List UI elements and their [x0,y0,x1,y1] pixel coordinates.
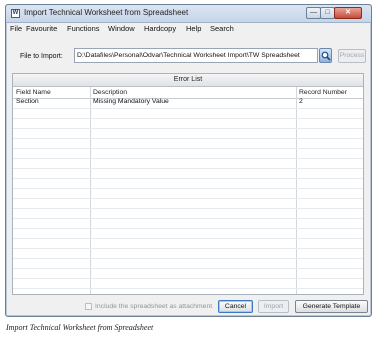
column-header-record-number[interactable]: Record Number [299,89,347,96]
error-row-description[interactable]: Missing Mandatory Value [93,98,169,105]
menu-hardcopy[interactable]: Hardcopy [144,24,176,33]
menu-file[interactable]: File [10,24,22,33]
close-button[interactable]: ✕ [334,7,362,19]
cancel-button[interactable]: Cancel [218,300,253,313]
menu-window[interactable]: Window [108,24,135,33]
attach-spreadsheet-label: Include the spreadsheet as attachment [95,303,213,310]
menu-help[interactable]: Help [186,24,201,33]
grid-line [13,208,363,209]
import-dialog-window: W Import Technical Worksheet from Spread… [5,4,372,317]
grid-line [13,108,363,109]
generate-template-button[interactable]: Generate Template [295,300,368,313]
title-bar[interactable]: W Import Technical Worksheet from Spread… [6,5,371,23]
error-row-field[interactable]: Section [16,98,39,105]
menu-favourite[interactable]: Favourite [26,24,57,33]
menu-functions[interactable]: Functions [67,24,100,33]
grid-line [13,118,363,119]
attach-spreadsheet-checkbox[interactable] [85,303,92,310]
grid-line [13,278,363,279]
search-icon [321,51,331,61]
grid-line [13,188,363,189]
error-list-title: Error List [13,74,363,87]
grid-line [13,178,363,179]
grid-line [13,268,363,269]
grid-line [13,228,363,229]
menu-search[interactable]: Search [210,24,234,33]
browse-button[interactable] [319,48,332,63]
maximize-button[interactable]: □ [320,7,335,19]
grid-line [13,168,363,169]
grid-line [13,198,363,199]
grid-line [13,288,363,289]
column-header-description[interactable]: Description [93,89,127,96]
grid-line [13,158,363,159]
file-to-import-label: File to Import: [20,53,63,60]
grid-line [13,248,363,249]
error-grid-body[interactable]: Section Missing Mandatory Value 2 [13,98,363,294]
grid-line [13,138,363,139]
grid-line [13,148,363,149]
file-path-input[interactable]: D:\Datafiles\Personal\Odvar\Technical Wo… [74,48,318,63]
error-grid-header: Field Name Description Record Number [13,87,363,99]
window-title: Import Technical Worksheet from Spreadsh… [24,8,189,17]
grid-line [13,258,363,259]
column-header-field-name[interactable]: Field Name [16,89,51,96]
process-button[interactable]: Process [338,49,366,63]
figure-caption: Import Technical Worksheet from Spreadsh… [6,323,154,332]
menu-bar: File Favourite Functions Window Hardcopy… [6,23,371,35]
error-list-panel: Error List Field Name Description Record… [12,73,364,295]
minimize-button[interactable]: — [306,7,321,19]
grid-line [13,238,363,239]
grid-line [13,128,363,129]
import-button[interactable]: Import [258,300,289,313]
error-row-record[interactable]: 2 [299,98,303,105]
grid-line [13,218,363,219]
app-icon: W [11,9,20,18]
